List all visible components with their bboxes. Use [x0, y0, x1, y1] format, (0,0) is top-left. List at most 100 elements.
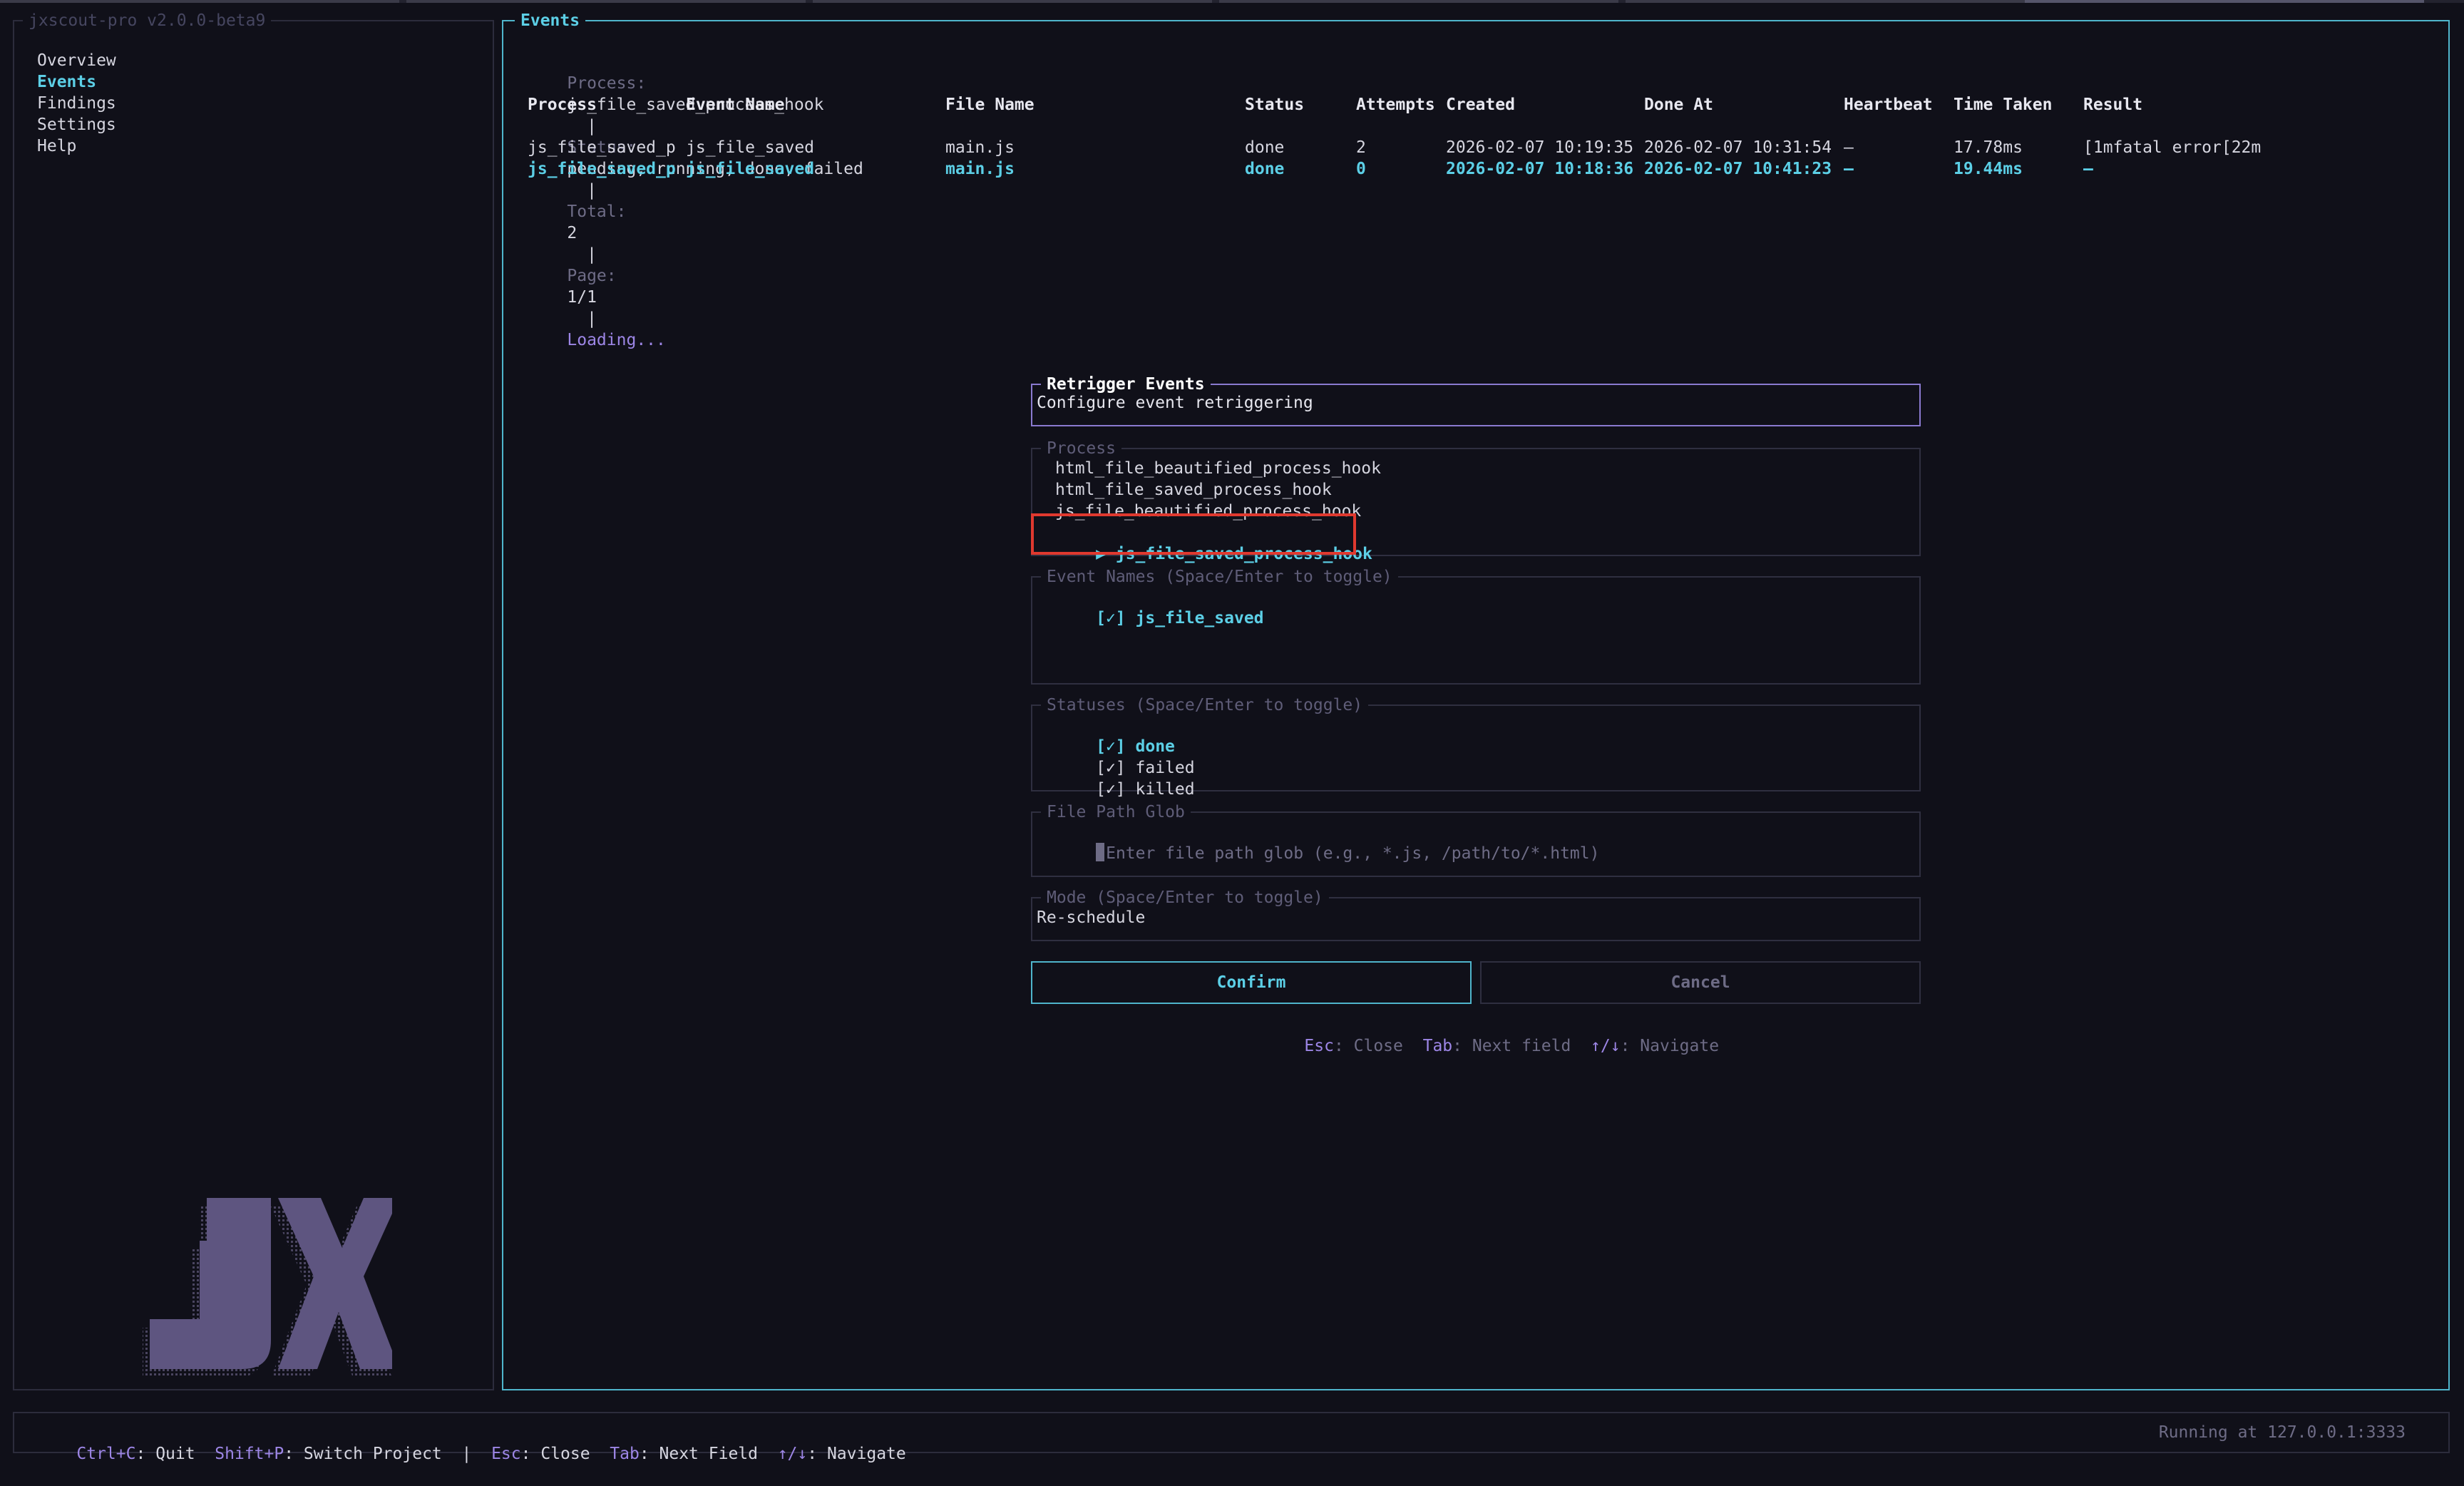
modal-header: Retrigger Events Configure event retrigg…	[1031, 374, 1921, 426]
tab-strip-segment	[0, 0, 399, 3]
statuses-legend: Statuses (Space/Enter to toggle)	[1041, 695, 1369, 716]
mode-value: Re-schedule	[1037, 908, 1146, 927]
column-header-attempts[interactable]: Attempts	[1356, 94, 1435, 116]
cell-heartbeat: —	[1844, 138, 1854, 157]
sidebar-item-findings[interactable]: Findings	[37, 93, 116, 114]
cell-file-name: main.js	[945, 160, 1015, 178]
column-header-done-at[interactable]: Done At	[1644, 94, 1713, 116]
process-legend: Process	[1041, 438, 1121, 459]
separator: |	[461, 1445, 472, 1463]
cell-heartbeat: —	[1844, 160, 1854, 178]
text-cursor	[1096, 843, 1105, 861]
cell-done-at: 2026-02-07 10:31:54	[1644, 138, 1832, 157]
tab-strip-segment	[813, 0, 1212, 3]
hint-key: Tab	[1422, 1037, 1453, 1055]
cell-process: js_file_saved_p	[528, 138, 676, 157]
file-path-glob-field[interactable]: File Path Glob Enter file path glob (e.g…	[1031, 801, 1921, 877]
column-header-process[interactable]: Process	[528, 94, 597, 116]
panel-title: Events	[515, 10, 586, 31]
shortcut-hints: Ctrl+C: Quit Shift+P: Switch Project | E…	[76, 1445, 906, 1463]
column-header-created[interactable]: Created	[1446, 94, 1515, 116]
hint-key: Esc	[1304, 1037, 1334, 1055]
column-header-file-name[interactable]: File Name	[945, 94, 1035, 116]
sidebar-item-overview[interactable]: Overview	[37, 50, 116, 71]
summary-total-label: Total:	[567, 203, 627, 221]
file-path-glob-input[interactable]: Enter file path glob (e.g., *.js, /path/…	[1037, 821, 1599, 886]
summary-total-value: 2	[567, 224, 578, 242]
shortcut-action: Switch Project	[303, 1445, 442, 1463]
shortcut-action: Quit	[155, 1445, 195, 1463]
checkbox-checked-icon: [✓]	[1096, 609, 1126, 627]
cell-event-name: js_file_saved	[686, 160, 815, 178]
sidebar-item-help[interactable]: Help	[37, 135, 76, 157]
app-title: jxscout-pro v2.0.0-beta9	[23, 10, 272, 31]
hint-action: Navigate	[1640, 1037, 1720, 1055]
summary-page-value: 1/1	[567, 288, 597, 307]
cell-process: js_file_saved_p	[528, 160, 676, 178]
column-header-result[interactable]: Result	[2083, 94, 2142, 116]
cell-created: 2026-02-07 10:18:36	[1446, 160, 1634, 178]
sidebar-item-events[interactable]: Events	[37, 71, 96, 93]
separator: |	[587, 181, 597, 200]
column-header-heartbeat[interactable]: Heartbeat	[1844, 94, 1933, 116]
tab-strip	[0, 0, 2464, 3]
shortcut-key: ↑/↓	[777, 1445, 808, 1463]
server-status: Running at 127.0.0.1:3333	[2158, 1423, 2406, 1442]
cell-attempts: 2	[1356, 138, 1366, 157]
event-names-legend: Event Names (Space/Enter to toggle)	[1041, 566, 1398, 588]
sidebar-item-settings[interactable]: Settings	[37, 114, 116, 135]
summary-process-label: Process:	[567, 74, 647, 93]
cancel-button[interactable]: Cancel	[1480, 961, 1921, 1004]
tab-strip-segment	[2025, 0, 2424, 3]
cell-attempts: 0	[1356, 160, 1366, 178]
selection-highlight	[1031, 513, 1356, 555]
cell-done-at: 2026-02-07 10:41:23	[1644, 160, 1832, 178]
shortcut-key: Shift+P	[215, 1445, 284, 1463]
shortcut-action: Navigate	[826, 1445, 906, 1463]
cell-file-name: main.js	[945, 138, 1015, 157]
file-path-glob-placeholder: Enter file path glob (e.g., *.js, /path/…	[1106, 844, 1600, 863]
statuses-list[interactable]: Statuses (Space/Enter to toggle) [✓] don…	[1031, 695, 1921, 799]
process-option[interactable]: html_file_saved_process_hook	[1055, 479, 1332, 501]
shortcut-action: Close	[540, 1445, 590, 1463]
sidebar: jxscout-pro v2.0.0-beta9 Overview Events…	[13, 10, 494, 1390]
status-bar: Ctrl+C: Quit Shift+P: Switch Project | E…	[13, 1412, 2450, 1463]
event-name-checkbox[interactable]: [✓] js_file_saved	[1037, 586, 1264, 650]
separator: |	[587, 309, 597, 328]
modal-subtitle: Configure event retriggering	[1037, 394, 1313, 412]
checkbox-checked-icon: [✓]	[1096, 780, 1126, 799]
cell-result: [1mfatal error[22m	[2083, 138, 2262, 157]
cell-status: done	[1245, 160, 1285, 178]
process-option[interactable]: html_file_beautified_process_hook	[1055, 458, 1381, 479]
shortcut-action: Next Field	[659, 1445, 758, 1463]
shortcut-key: Esc	[491, 1445, 521, 1463]
cell-result: —	[2083, 160, 2093, 178]
separator: |	[587, 117, 597, 135]
summary-page-label: Page:	[567, 267, 617, 285]
cell-event-name: js_file_saved	[686, 138, 815, 157]
cell-status: done	[1245, 138, 1285, 157]
loading-indicator: Loading...	[567, 331, 666, 349]
tab-strip-segment	[1219, 0, 1618, 3]
column-header-status[interactable]: Status	[1245, 94, 1304, 116]
event-names-list[interactable]: Event Names (Space/Enter to toggle) [✓] …	[1031, 566, 1921, 685]
tab-strip-segment	[406, 0, 806, 3]
modal-key-hints: Esc: Close Tab: Next field ↑/↓: Navigate	[1304, 1037, 1720, 1055]
confirm-button[interactable]: Confirm	[1031, 961, 1472, 1004]
cell-time-taken: 17.78ms	[1954, 138, 2023, 157]
event-name-label: js_file_saved	[1135, 609, 1264, 627]
column-header-time-taken[interactable]: Time Taken	[1954, 94, 2052, 116]
hint-action: Close	[1353, 1037, 1403, 1055]
column-header-event-name[interactable]: Event Name	[686, 94, 784, 116]
cell-time-taken: 19.44ms	[1954, 160, 2023, 178]
mode-legend: Mode (Space/Enter to toggle)	[1041, 887, 1329, 908]
file-path-glob-legend: File Path Glob	[1041, 801, 1191, 823]
separator: |	[587, 245, 597, 264]
cell-created: 2026-02-07 10:19:35	[1446, 138, 1634, 157]
shortcut-key: Ctrl+C	[76, 1445, 136, 1463]
shortcut-key: Tab	[610, 1445, 640, 1463]
mode-toggle[interactable]: Mode (Space/Enter to toggle) Re-schedule	[1031, 887, 1921, 941]
tab-strip-segment	[1626, 0, 2025, 3]
hint-action: Next field	[1472, 1037, 1571, 1055]
jx-logo	[143, 1198, 392, 1378]
